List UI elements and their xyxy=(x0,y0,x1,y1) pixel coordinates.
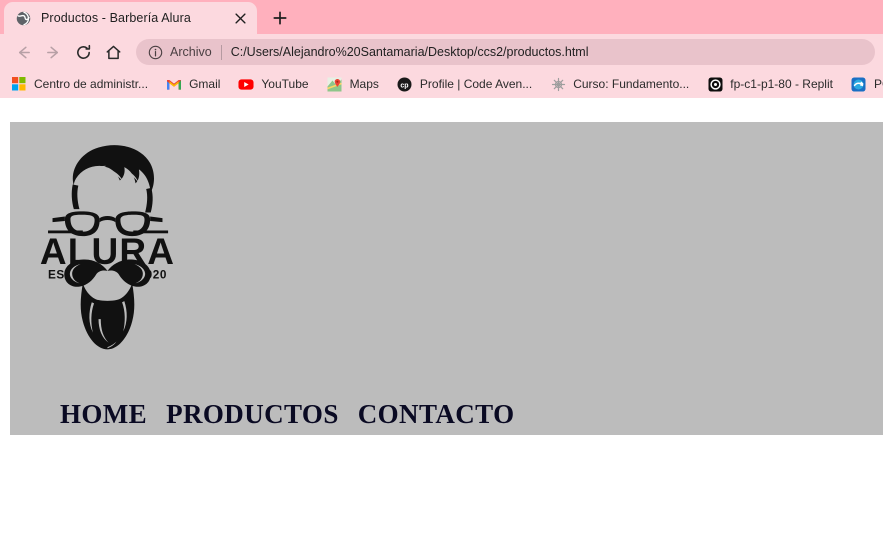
tab-title: Productos - Barbería Alura xyxy=(41,11,191,25)
browser-tab-productos[interactable]: Productos - Barbería Alura xyxy=(4,2,257,34)
address-bar[interactable]: Archivo C:/Users/Alejandro%20Santamaria/… xyxy=(136,39,875,65)
nav-link-contacto[interactable]: CONTACTO xyxy=(358,399,515,430)
bookmark-youtube[interactable]: YouTube xyxy=(238,73,314,95)
plus-icon xyxy=(273,11,287,25)
svg-text:cp: cp xyxy=(401,82,409,89)
close-icon[interactable] xyxy=(231,9,249,27)
scheme-label: Archivo xyxy=(170,45,212,59)
bookmark-label: Curso: Fundamento... xyxy=(573,77,690,91)
nav-link-home[interactable]: HOME xyxy=(60,399,147,430)
gmail-icon xyxy=(166,76,182,92)
bookmarks-bar: Centro de administr... Gmail YouTube Map… xyxy=(0,70,883,98)
url-text: C:/Users/Alejandro%20Santamaria/Desktop/… xyxy=(230,45,589,59)
reload-icon xyxy=(76,44,90,59)
bookmark-gmail[interactable]: Gmail xyxy=(166,73,226,95)
forward-button[interactable] xyxy=(38,37,68,67)
asterisk-icon xyxy=(550,76,566,92)
forward-arrow-icon xyxy=(46,46,58,58)
bookmark-label: Maps xyxy=(349,77,379,91)
home-icon xyxy=(106,45,120,59)
barbershop-logo-graphic: ALURA ESTD 2020 xyxy=(40,145,175,350)
bookmark-curso-fundamentos[interactable]: Curso: Fundamento... xyxy=(550,73,695,95)
bookmark-pc[interactable]: PC xyxy=(851,73,883,95)
google-maps-icon xyxy=(327,76,343,92)
info-circle-icon[interactable] xyxy=(147,44,163,60)
blue-disc-icon xyxy=(851,76,867,92)
bookmark-centro-de-administracion[interactable]: Centro de administr... xyxy=(11,73,154,95)
site-logo: ALURA ESTD 2020 xyxy=(40,134,175,364)
replit-icon xyxy=(707,76,723,92)
site-header: ALURA ESTD 2020 xyxy=(10,122,883,435)
bookmark-label: PC xyxy=(873,77,883,91)
logo-brand-text: ALURA xyxy=(40,230,175,272)
bookmark-label: YouTube xyxy=(261,77,309,91)
back-arrow-icon xyxy=(18,46,30,58)
page-viewport: ALURA ESTD 2020 xyxy=(0,98,883,555)
bookmark-replit[interactable]: fp-c1-p1-80 - Replit xyxy=(707,73,839,95)
back-button[interactable] xyxy=(8,37,38,67)
bookmark-label: Gmail xyxy=(189,77,221,91)
bookmark-label: Centro de administr... xyxy=(34,77,149,91)
nav-link-productos[interactable]: PRODUCTOS xyxy=(166,399,339,430)
globe-icon xyxy=(15,10,31,26)
bookmark-profile-code-avengers[interactable]: cp Profile | Code Aven... xyxy=(397,73,538,95)
tab-strip: Productos - Barbería Alura xyxy=(0,0,883,34)
bookmark-label: fp-c1-p1-80 - Replit xyxy=(730,77,833,91)
main-navigation: HOME PRODUCTOS CONTACTO xyxy=(60,399,514,430)
browser-toolbar: Archivo C:/Users/Alejandro%20Santamaria/… xyxy=(0,34,883,70)
bookmark-maps[interactable]: Maps xyxy=(327,73,385,95)
bookmark-label: Profile | Code Aven... xyxy=(419,77,533,91)
code-avengers-icon: cp xyxy=(397,76,413,92)
home-button[interactable] xyxy=(98,37,128,67)
new-tab-button[interactable] xyxy=(266,4,294,32)
reload-button[interactable] xyxy=(68,37,98,67)
omnibox-separator xyxy=(220,44,222,60)
microsoft-icon xyxy=(11,76,27,92)
youtube-icon xyxy=(238,76,254,92)
browser-window: Productos - Barbería Alura Archivo C:/Us… xyxy=(0,0,883,555)
